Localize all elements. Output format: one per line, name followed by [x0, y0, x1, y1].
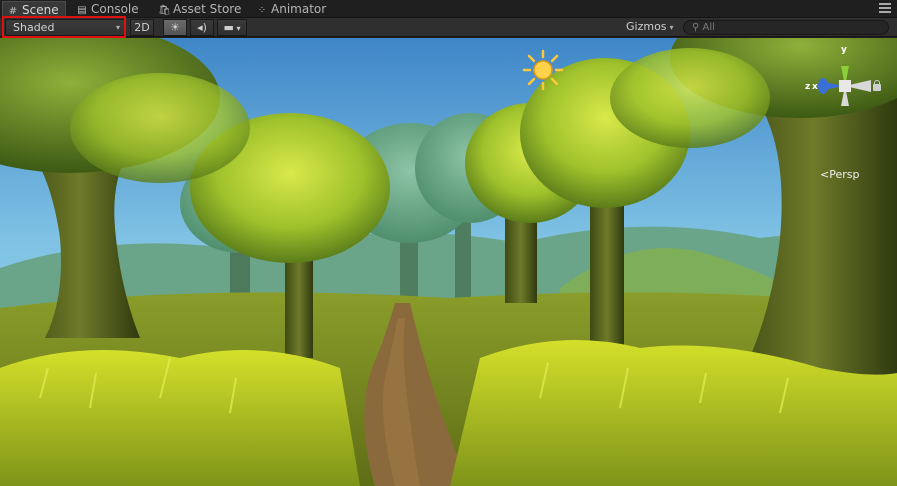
tab-animator[interactable]: ⁘ Animator: [252, 1, 332, 18]
draw-mode-value: Shaded: [13, 21, 55, 34]
gizmo-y-label: y: [841, 45, 847, 55]
projection-toggle[interactable]: <Persp: [820, 168, 859, 181]
sun-icon: ☀: [170, 21, 180, 34]
draw-mode-dropdown[interactable]: Shaded ▾: [5, 19, 125, 36]
asset-store-icon: 🛍: [158, 5, 171, 16]
animator-icon: ⁘: [257, 5, 267, 16]
tab-asset-store-label: Asset Store: [173, 2, 242, 16]
gizmo-z-label: z: [805, 82, 811, 92]
speaker-icon: ◂): [197, 21, 207, 34]
scene-viewport[interactable]: y z x <Persp: [0, 38, 897, 486]
forest-scene-render: [0, 38, 897, 486]
gizmos-dropdown[interactable]: Gizmos ▾: [622, 19, 676, 36]
search-input[interactable]: ⚲ All: [683, 20, 889, 35]
tab-console[interactable]: ▤ Console: [72, 1, 145, 18]
chevron-down-icon: ▾: [233, 24, 241, 33]
tab-asset-store[interactable]: 🛍 Asset Store: [154, 1, 247, 18]
projection-label: Persp: [829, 168, 860, 181]
window-tab-bar: # Scene ▤ Console 🛍 Asset Store ⁘ Animator: [0, 0, 897, 18]
scene-toolbar: Shaded ▾ 2D ☀ ◂) ▬ ▾ Gizmos ▾ ⚲ All: [0, 18, 897, 37]
tab-scene[interactable]: # Scene: [2, 1, 66, 18]
tab-animator-label: Animator: [271, 2, 327, 16]
lighting-toggle[interactable]: ☀: [163, 19, 187, 36]
chevron-down-icon: ▾: [669, 23, 674, 32]
directional-light-sun-icon[interactable]: [522, 49, 564, 91]
chevron-left-icon: <: [820, 168, 830, 181]
audio-toggle[interactable]: ◂): [190, 19, 214, 36]
console-icon: ▤: [77, 5, 87, 16]
image-icon: ▬: [223, 21, 234, 34]
search-icon: ⚲: [692, 22, 700, 33]
gizmos-label: Gizmos: [626, 20, 667, 33]
chevron-down-icon: ▾: [115, 23, 120, 32]
tab-console-label: Console: [91, 2, 139, 16]
effects-dropdown[interactable]: ▬ ▾: [217, 19, 247, 36]
lock-icon[interactable]: [873, 80, 881, 91]
toggle-2d-button[interactable]: 2D: [130, 19, 154, 36]
gizmo-x-label: x: [812, 82, 818, 92]
tab-scene-label: Scene: [22, 3, 59, 17]
search-placeholder: All: [702, 22, 715, 33]
tab-menu-icon[interactable]: [879, 3, 891, 15]
